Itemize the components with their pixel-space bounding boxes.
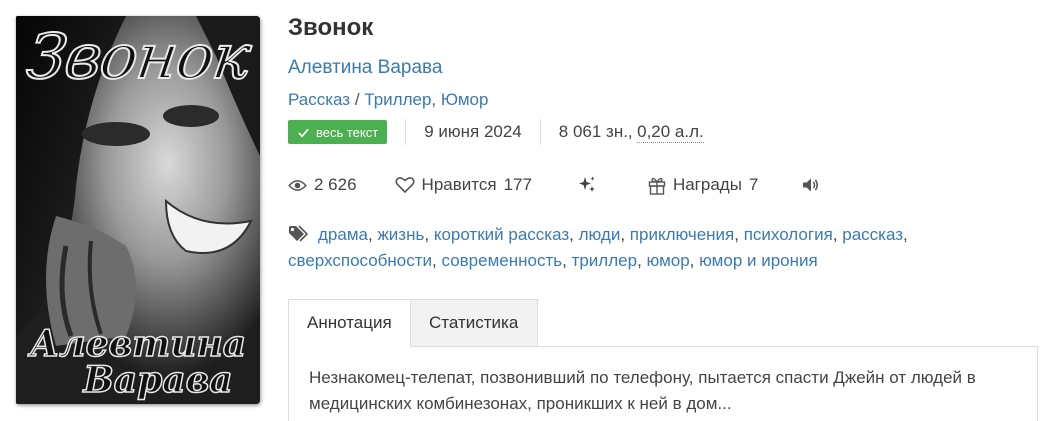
views-count: 2 626 [314,175,357,194]
book-cover[interactable]: Звонок Алевтина Варава [16,16,260,404]
status-badge-label: весь текст [316,124,379,140]
sparkles-button[interactable] [577,175,597,195]
status-badge: весь текст [288,120,388,144]
awards-count: 7 [748,175,759,194]
tag-list: драма, жизнь, короткий рассказ, люди, пр… [288,225,908,270]
divider [405,119,407,145]
eye-icon [288,179,307,191]
tag-link[interactable]: жизнь [377,225,424,244]
publish-date: 9 июня 2024 [424,122,522,141]
tab-panel: Незнакомец-телепат, позвонивший по телеф… [288,346,1038,421]
awards-label: Награды [672,175,742,194]
form-link[interactable]: Рассказ [288,90,350,109]
genre-separator: / [350,90,365,109]
tag-link[interactable]: психология [744,225,833,244]
tab-statistics[interactable]: Статистика [411,299,538,347]
cover-author-line2: Варава [83,359,234,401]
genre-line: Рассказ / Триллер, Юмор [288,90,489,109]
tag-link[interactable]: юмор [647,251,690,270]
tab-annotation[interactable]: Аннотация [288,299,411,347]
tag-link[interactable]: короткий рассказ [434,225,569,244]
likes-label: Нравится [421,175,497,194]
tab-bar: Аннотация Статистика [288,299,538,347]
tag-link[interactable]: драма [318,225,368,244]
cover-title: Звонок [22,19,255,94]
tag-link[interactable]: сверхспособности [288,251,432,270]
tag-icon [289,225,309,242]
divider [539,119,541,145]
author-link[interactable]: Алевтина Варава [288,57,442,79]
genre-link-humor[interactable]: Юмор [441,90,489,109]
heart-icon [395,177,415,194]
annotation-text: Незнакомец-телепат, позвонивший по телеф… [309,368,976,413]
cover-author: Алевтина Варава [22,323,254,401]
genre-link-thriller[interactable]: Триллер [364,90,431,109]
size-sheets[interactable]: 0,20 а.л. [637,122,704,143]
sparkles-icon [578,176,595,192]
check-icon [298,128,309,137]
size-chars: 8 061 зн., [558,122,633,141]
listen-button[interactable] [802,177,820,193]
tag-link[interactable]: триллер [572,251,638,270]
tag-link[interactable]: рассказ [842,225,903,244]
gift-icon [648,177,666,195]
tag-link[interactable]: люди [579,225,621,244]
cover-author-line1: Алевтина [29,323,247,365]
likes-count: 177 [503,175,532,194]
meta-row: весь текст 9 июня 2024 8 061 зн., 0,20 а… [288,119,704,145]
stats-row: 2 626 Нравится 177 Награды 7 [288,172,820,198]
tag-link[interactable]: современность [442,251,563,270]
book-title: Звонок [288,14,374,41]
tag-link[interactable]: приключения [630,225,734,244]
tag-link[interactable]: юмор и ирония [699,251,818,270]
views-stat: 2 626 [288,175,357,195]
speaker-icon [803,178,819,192]
awards-stat[interactable]: Награды 7 [648,175,758,195]
likes-stat[interactable]: Нравится 177 [395,175,532,195]
